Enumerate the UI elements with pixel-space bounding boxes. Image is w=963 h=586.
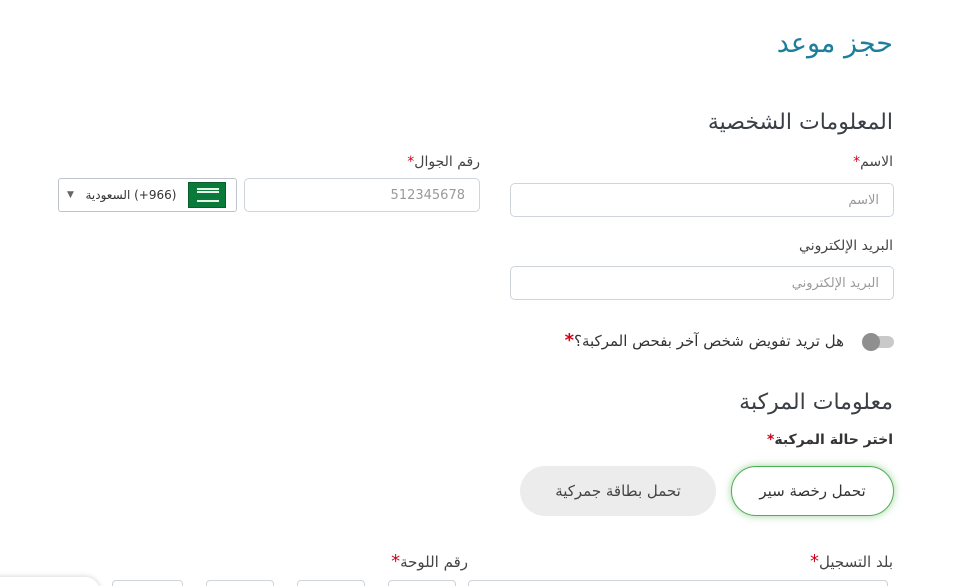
vehicle-section-title: معلومات المركبة [739, 390, 893, 415]
email-input[interactable] [510, 266, 894, 300]
personal-section-title: المعلومات الشخصية [707, 110, 893, 135]
plate-number-label: رقم اللوحة* [391, 551, 468, 572]
delegate-toggle[interactable] [862, 333, 894, 351]
registration-country-label: بلد التسجيل* [810, 551, 893, 572]
mobile-label-text: رقم الجوال [414, 154, 480, 170]
email-label: البريد الإلكتروني [799, 238, 893, 254]
vehicle-status-label: اختر حالة المركبة* [767, 432, 893, 448]
mobile-input[interactable] [244, 178, 480, 212]
plate-char-input[interactable] [206, 580, 274, 586]
required-mark: * [810, 551, 819, 572]
toggle-knob [862, 333, 880, 351]
plate-char-input[interactable] [388, 580, 456, 586]
option-customs-card[interactable]: تحمل بطاقة جمركية [520, 466, 716, 516]
delegate-question-text: هل تريد تفويض شخص آخر بفحص المركبة؟ [574, 332, 844, 350]
mobile-label: رقم الجوال* [407, 154, 480, 170]
name-label-text: الاسم [860, 154, 893, 170]
registration-country-label-text: بلد التسجيل [819, 553, 893, 571]
plate-char-input[interactable] [112, 580, 183, 586]
required-mark: * [564, 330, 575, 351]
name-input[interactable] [510, 183, 894, 217]
plate-number-label-text: رقم اللوحة [400, 553, 468, 571]
saudi-flag-icon [188, 182, 226, 208]
floating-widget[interactable] [0, 577, 100, 586]
delegate-question: هل تريد تفويض شخص آخر بفحص المركبة؟* [565, 330, 844, 351]
caret-down-icon: ▼ [67, 190, 74, 200]
plate-char-input[interactable] [297, 580, 365, 586]
country-code-select[interactable]: ▼ (966+) السعودية [58, 178, 237, 212]
registration-country-select[interactable] [468, 580, 888, 586]
required-mark: * [391, 551, 401, 572]
page-title: حجز موعد [776, 28, 893, 59]
country-code-value: (966+) السعودية [85, 188, 177, 202]
name-label: الاسم* [853, 154, 893, 170]
option-driving-license[interactable]: تحمل رخصة سير [731, 466, 894, 516]
vehicle-status-label-text: اختر حالة المركبة [774, 432, 893, 448]
